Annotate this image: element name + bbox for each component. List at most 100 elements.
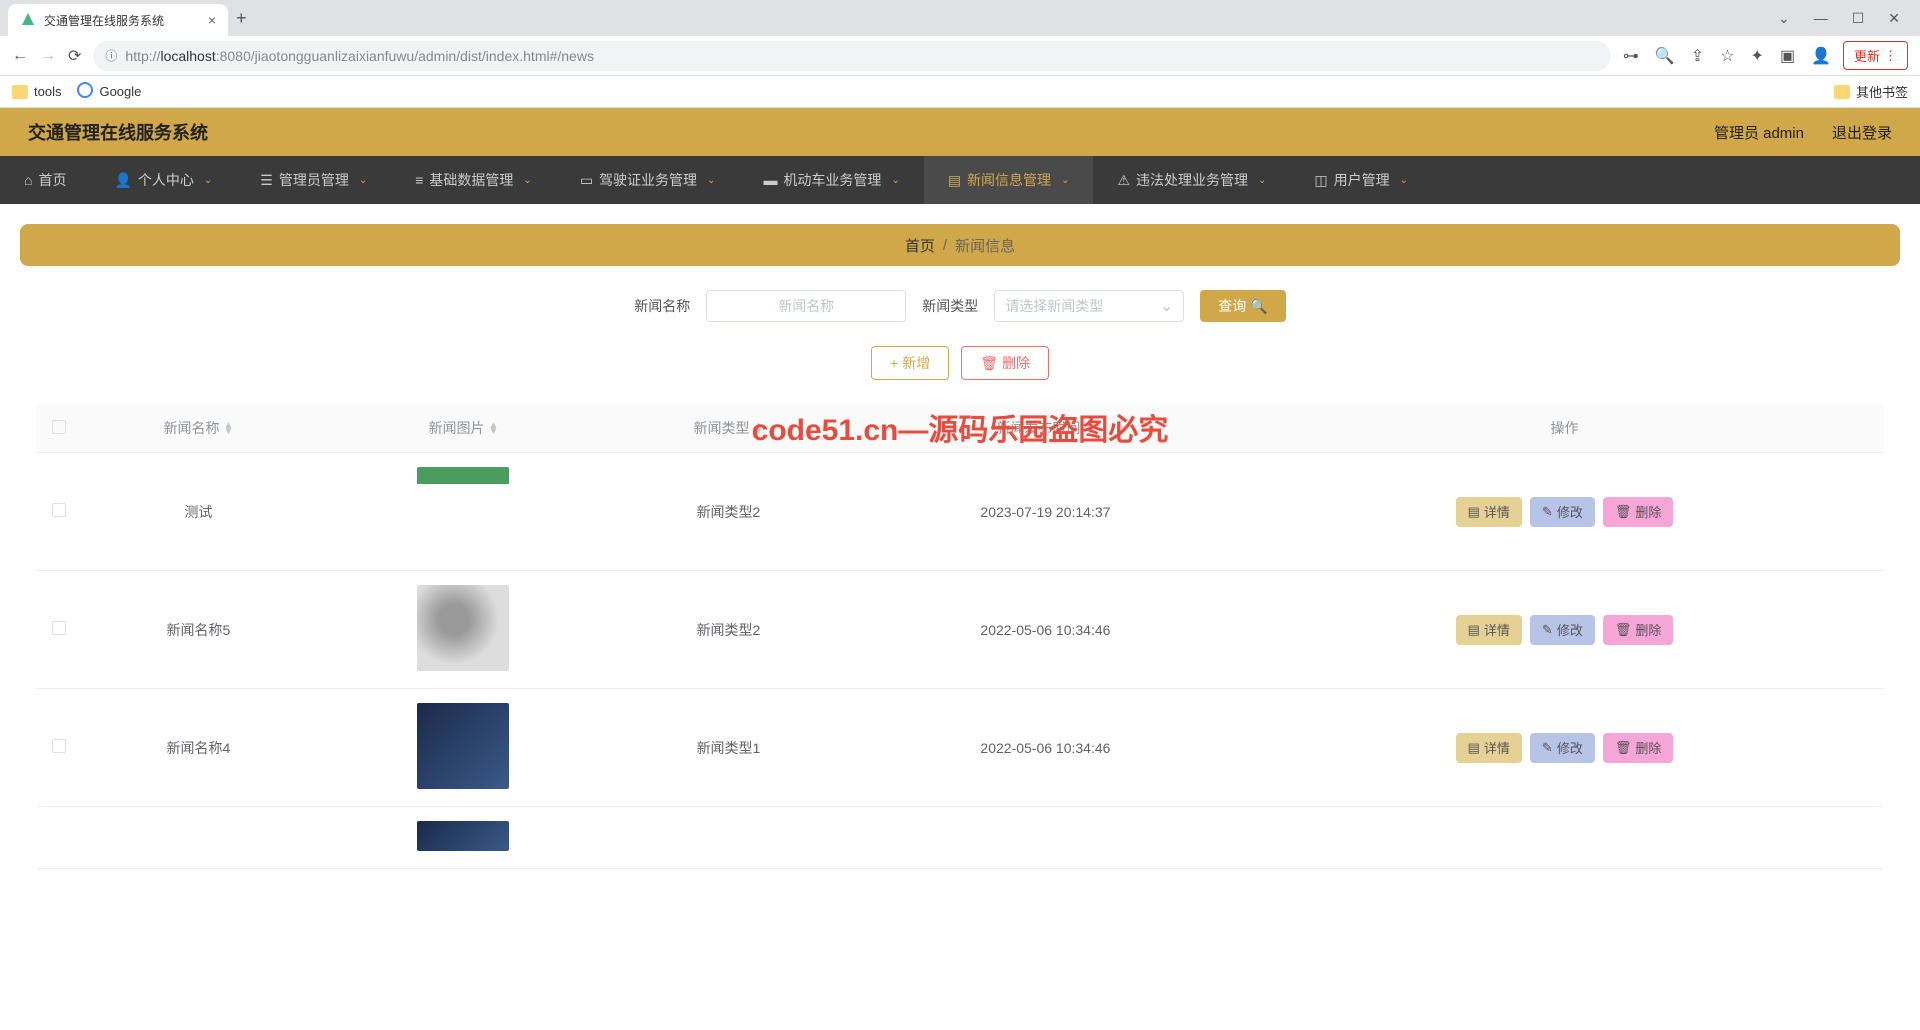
key-icon[interactable]: ⊶ [1623,46,1639,66]
menu-vehicle[interactable]: ▬ 机动车业务管理 ⌄ [739,156,923,204]
bookmark-other[interactable]: 其他书签 [1834,82,1908,101]
doc-icon: ▤ [1468,740,1480,756]
update-button[interactable]: 更新⋮ [1843,41,1908,70]
search-type-select[interactable]: 请选择新闻类型 ⌄ [994,290,1184,322]
trash-icon: 🗑 [980,355,998,372]
plus-icon: + [890,355,898,371]
menu-user[interactable]: ◫ 用户管理 ⌄ [1290,156,1432,204]
delete-button[interactable]: 🗑 删除 [961,346,1049,380]
thumbnail[interactable] [417,467,509,553]
breadcrumb-current: 新闻信息 [955,235,1015,256]
database-icon: ≡ [415,172,423,188]
row-delete-button[interactable]: 🗑 删除 [1603,615,1674,645]
folder-icon [1834,85,1850,99]
window-dropdown-icon[interactable]: ⌄ [1778,10,1790,27]
browser-tab-bar: 交通管理在线服务系统 × + ⌄ — ☐ ✕ [0,0,1920,36]
cell-time: 2023-07-19 20:14:37 [846,453,1245,571]
row-delete-button[interactable]: 🗑 删除 [1603,733,1674,763]
google-icon [77,82,93,101]
maximize-icon[interactable]: ☐ [1852,10,1865,27]
breadcrumb-home[interactable]: 首页 [905,235,935,256]
menu-basedata[interactable]: ≡ 基础数据管理 ⌄ [391,156,556,204]
search-name-input[interactable] [706,290,906,322]
detail-button[interactable]: ▤ 详情 [1456,615,1522,645]
cell-time: 2022-05-06 10:34:46 [846,689,1245,807]
nav-menu: ⌂ 首页 👤 个人中心 ⌄ ☰ 管理员管理 ⌄ ≡ 基础数据管理 ⌄ ▭ 驾驶证… [0,156,1920,204]
row-checkbox[interactable] [52,739,66,753]
detail-button[interactable]: ▤ 详情 [1456,497,1522,527]
chevron-down-icon: ⌄ [204,175,212,186]
table-row: 新闻名称4 新闻类型1 2022-05-06 10:34:46 ▤ 详情 ✎ 修… [36,689,1884,807]
browser-tab[interactable]: 交通管理在线服务系统 × [8,4,228,36]
col-op: 操作 [1245,404,1884,453]
edit-button[interactable]: ✎ 修改 [1530,615,1595,645]
thumbnail[interactable] [417,585,509,671]
cell-name: 测试 [81,453,316,571]
menu-news[interactable]: ▤ 新闻信息管理 ⌄ [924,156,1094,204]
forward-button[interactable]: → [40,47,56,65]
select-all-checkbox[interactable] [52,420,66,434]
cell-time: 2022-05-06 10:34:46 [846,571,1245,689]
col-name[interactable]: 新闻名称▲▼ [81,404,316,453]
close-window-icon[interactable]: ✕ [1888,10,1900,27]
site-info-icon[interactable]: ⓘ [105,47,117,64]
bookmarks-bar: tools Google 其他书签 [0,76,1920,108]
col-type[interactable]: 新闻类型▲▼ [611,404,846,453]
url-text: http://localhost:8080/jiaotongguanlizaix… [125,48,1598,64]
chevron-down-icon: ⌄ [523,175,531,186]
favicon [20,12,36,28]
col-image[interactable]: 新闻图片▲▼ [316,404,611,453]
bookmark-star-icon[interactable]: ☆ [1720,46,1734,66]
logout-link[interactable]: 退出登录 [1832,122,1892,143]
cell-image [316,571,611,689]
app-title: 交通管理在线服务系统 [28,119,208,145]
row-checkbox[interactable] [52,621,66,635]
menu-admin[interactable]: ☰ 管理员管理 ⌄ [236,156,391,204]
bookmark-google[interactable]: Google [77,82,141,101]
detail-button[interactable]: ▤ 详情 [1456,733,1522,763]
thumbnail[interactable] [417,703,509,789]
cell-name: 新闻名称4 [81,689,316,807]
new-tab-button[interactable]: + [236,8,247,29]
app-header: 交通管理在线服务系统 管理员 admin 退出登录 [0,108,1920,156]
menu-personal[interactable]: 👤 个人中心 ⌄ [90,156,236,204]
card-icon: ▭ [580,172,593,189]
edit-button[interactable]: ✎ 修改 [1530,497,1595,527]
sort-icon: ▲▼ [754,423,764,435]
table-row [36,807,1884,869]
add-button[interactable]: + 新增 [871,346,949,380]
trash-icon: 🗑 [1615,622,1632,638]
admin-label[interactable]: 管理员 admin [1714,122,1804,143]
row-checkbox[interactable] [52,503,66,517]
row-delete-button[interactable]: 🗑 删除 [1603,497,1674,527]
sort-icon: ▲▼ [1084,423,1094,435]
close-tab-icon[interactable]: × [208,12,216,28]
extensions-icon[interactable]: ✦ [1751,46,1764,66]
search-type-label: 新闻类型 [922,296,978,316]
chevron-down-icon: ⌄ [707,175,715,186]
thumbnail[interactable] [417,821,509,851]
cell-type: 新闻类型2 [611,571,846,689]
minimize-icon[interactable]: — [1814,10,1828,27]
menu-violation[interactable]: ⚠ 违法处理业务管理 ⌄ [1093,156,1290,204]
panel-icon[interactable]: ▣ [1780,46,1795,66]
share-icon[interactable]: ⇪ [1691,46,1704,66]
cell-name: 新闻名称5 [81,571,316,689]
edit-button[interactable]: ✎ 修改 [1530,733,1595,763]
back-button[interactable]: ← [12,47,28,65]
address-bar[interactable]: ⓘ http://localhost:8080/jiaotongguanliza… [93,41,1610,71]
menu-license[interactable]: ▭ 驾驶证业务管理 ⌄ [556,156,740,204]
trash-icon: 🗑 [1615,740,1632,756]
search-name-label: 新闻名称 [634,296,690,316]
reload-button[interactable]: ⟳ [68,46,81,66]
menu-home[interactable]: ⌂ 首页 [0,156,90,204]
profile-icon[interactable]: 👤 [1811,46,1831,66]
sort-icon: ▲▼ [488,423,498,435]
news-icon: ▤ [948,172,961,189]
search-icon: 🔍 [1250,298,1267,315]
zoom-icon[interactable]: 🔍 [1655,46,1675,66]
col-time[interactable]: 新闻发布时间▲▼ [846,404,1245,453]
breadcrumb-separator: / [943,237,947,254]
query-button[interactable]: 查询 🔍 [1200,290,1285,322]
bookmark-tools[interactable]: tools [12,84,61,99]
